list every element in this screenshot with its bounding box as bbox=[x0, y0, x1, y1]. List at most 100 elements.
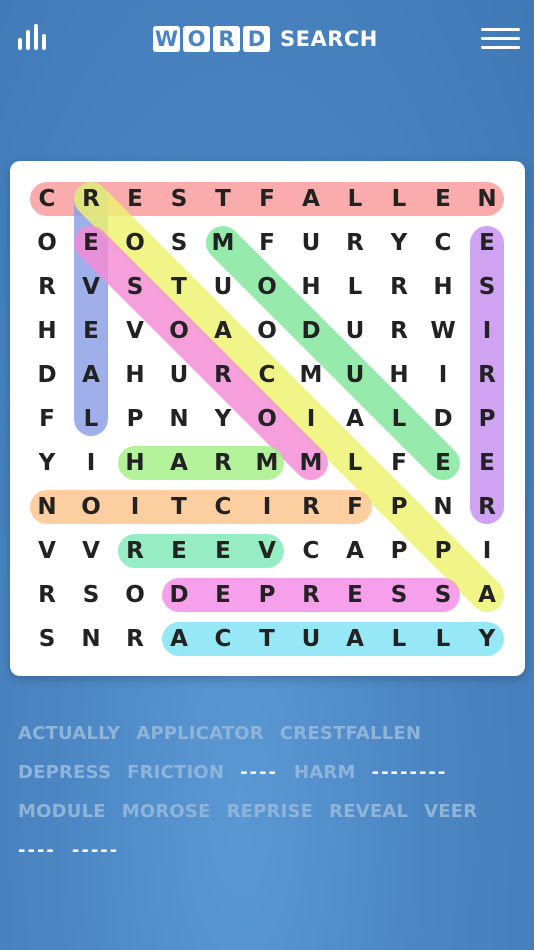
grid-letter[interactable]: C bbox=[289, 529, 333, 573]
grid-letter[interactable]: C bbox=[245, 353, 289, 397]
grid-letter[interactable]: O bbox=[245, 309, 289, 353]
grid-letter[interactable]: L bbox=[69, 397, 113, 441]
grid-letter[interactable]: R bbox=[289, 573, 333, 617]
grid-letter[interactable]: P bbox=[377, 529, 421, 573]
grid-letter[interactable]: D bbox=[25, 353, 69, 397]
grid-letter[interactable]: N bbox=[25, 485, 69, 529]
grid-letter[interactable]: E bbox=[113, 177, 157, 221]
grid-letter[interactable]: A bbox=[201, 309, 245, 353]
grid-letter[interactable]: A bbox=[69, 353, 113, 397]
grid-letter[interactable]: A bbox=[333, 529, 377, 573]
grid-letter[interactable]: N bbox=[421, 485, 465, 529]
grid-letter[interactable]: U bbox=[333, 309, 377, 353]
grid-letter[interactable]: D bbox=[289, 309, 333, 353]
grid-letter[interactable]: E bbox=[465, 441, 509, 485]
grid-letter[interactable]: E bbox=[421, 441, 465, 485]
grid-letter[interactable]: P bbox=[421, 529, 465, 573]
grid-letter[interactable]: I bbox=[69, 441, 113, 485]
grid-letter[interactable]: O bbox=[25, 221, 69, 265]
grid-letter[interactable]: A bbox=[157, 441, 201, 485]
grid-letter[interactable]: R bbox=[201, 441, 245, 485]
grid-letter[interactable]: C bbox=[25, 177, 69, 221]
grid-letter[interactable]: T bbox=[157, 485, 201, 529]
grid-letter[interactable]: A bbox=[157, 617, 201, 661]
grid-letter[interactable]: P bbox=[113, 397, 157, 441]
grid-letter[interactable]: V bbox=[69, 529, 113, 573]
grid-letter[interactable]: L bbox=[377, 397, 421, 441]
grid-letter[interactable]: E bbox=[69, 221, 113, 265]
grid-letter[interactable]: C bbox=[201, 617, 245, 661]
grid-letter[interactable]: L bbox=[377, 617, 421, 661]
grid-letter[interactable]: R bbox=[333, 221, 377, 265]
grid-letter[interactable]: A bbox=[333, 617, 377, 661]
grid-letter[interactable]: D bbox=[157, 573, 201, 617]
grid-letter[interactable]: H bbox=[377, 353, 421, 397]
grid-letter[interactable]: I bbox=[113, 485, 157, 529]
grid-letter[interactable]: H bbox=[25, 309, 69, 353]
grid-letter[interactable]: F bbox=[245, 221, 289, 265]
grid-letter[interactable]: L bbox=[333, 265, 377, 309]
grid-letter[interactable]: N bbox=[465, 177, 509, 221]
grid-letter[interactable]: S bbox=[25, 617, 69, 661]
hamburger-menu-icon[interactable] bbox=[481, 28, 520, 50]
grid-letter[interactable]: M bbox=[289, 353, 333, 397]
grid-letter[interactable]: S bbox=[465, 265, 509, 309]
grid-letter[interactable]: O bbox=[69, 485, 113, 529]
grid-letter[interactable]: R bbox=[69, 177, 113, 221]
grid-letter[interactable]: R bbox=[289, 485, 333, 529]
grid-letter[interactable]: V bbox=[69, 265, 113, 309]
grid-letter[interactable]: Y bbox=[201, 397, 245, 441]
grid-letter[interactable]: N bbox=[69, 617, 113, 661]
grid-letter[interactable]: O bbox=[113, 221, 157, 265]
grid-letter[interactable]: C bbox=[421, 221, 465, 265]
grid-letter[interactable]: I bbox=[245, 485, 289, 529]
grid-letter[interactable]: R bbox=[465, 353, 509, 397]
grid-letter[interactable]: P bbox=[465, 397, 509, 441]
grid-letter[interactable]: E bbox=[201, 529, 245, 573]
grid-letter[interactable]: L bbox=[333, 441, 377, 485]
grid-letter[interactable]: M bbox=[201, 221, 245, 265]
grid-letter[interactable]: H bbox=[421, 265, 465, 309]
grid-letter[interactable]: Y bbox=[25, 441, 69, 485]
grid-letter[interactable]: Y bbox=[465, 617, 509, 661]
grid-letter[interactable]: Y bbox=[377, 221, 421, 265]
grid-letter[interactable]: F bbox=[333, 485, 377, 529]
grid-letter[interactable]: S bbox=[69, 573, 113, 617]
grid-letter[interactable]: O bbox=[157, 309, 201, 353]
grid-letter[interactable]: H bbox=[113, 441, 157, 485]
grid-letter[interactable]: O bbox=[245, 397, 289, 441]
grid-letter[interactable]: F bbox=[245, 177, 289, 221]
grid-letter[interactable]: R bbox=[113, 529, 157, 573]
grid-letter[interactable]: O bbox=[113, 573, 157, 617]
grid-letter[interactable]: V bbox=[245, 529, 289, 573]
grid-letter[interactable]: R bbox=[25, 265, 69, 309]
grid-letter[interactable]: T bbox=[245, 617, 289, 661]
bar-chart-icon[interactable] bbox=[18, 24, 48, 50]
grid-letter[interactable]: A bbox=[289, 177, 333, 221]
grid-letter[interactable]: L bbox=[333, 177, 377, 221]
grid-letter[interactable]: U bbox=[289, 221, 333, 265]
grid-letter[interactable]: I bbox=[465, 529, 509, 573]
grid-letter[interactable]: L bbox=[377, 177, 421, 221]
grid-letter[interactable]: I bbox=[289, 397, 333, 441]
grid-letter[interactable]: S bbox=[157, 177, 201, 221]
grid-letter[interactable]: P bbox=[377, 485, 421, 529]
grid-letter[interactable]: R bbox=[201, 353, 245, 397]
grid-letter[interactable]: U bbox=[201, 265, 245, 309]
grid-letter[interactable]: R bbox=[377, 265, 421, 309]
grid-letter[interactable]: E bbox=[201, 573, 245, 617]
grid-letter[interactable]: S bbox=[113, 265, 157, 309]
grid-letter[interactable]: R bbox=[377, 309, 421, 353]
grid-letter[interactable]: T bbox=[157, 265, 201, 309]
grid-letter[interactable]: V bbox=[25, 529, 69, 573]
grid-letter[interactable]: R bbox=[113, 617, 157, 661]
grid-letter[interactable]: S bbox=[421, 573, 465, 617]
grid-letter[interactable]: D bbox=[421, 397, 465, 441]
grid-letter[interactable]: W bbox=[421, 309, 465, 353]
grid-letter[interactable]: R bbox=[465, 485, 509, 529]
grid-letter[interactable]: H bbox=[289, 265, 333, 309]
grid-letter[interactable]: P bbox=[245, 573, 289, 617]
grid-letter[interactable]: A bbox=[465, 573, 509, 617]
grid-letter[interactable]: F bbox=[377, 441, 421, 485]
grid-letter[interactable]: I bbox=[421, 353, 465, 397]
